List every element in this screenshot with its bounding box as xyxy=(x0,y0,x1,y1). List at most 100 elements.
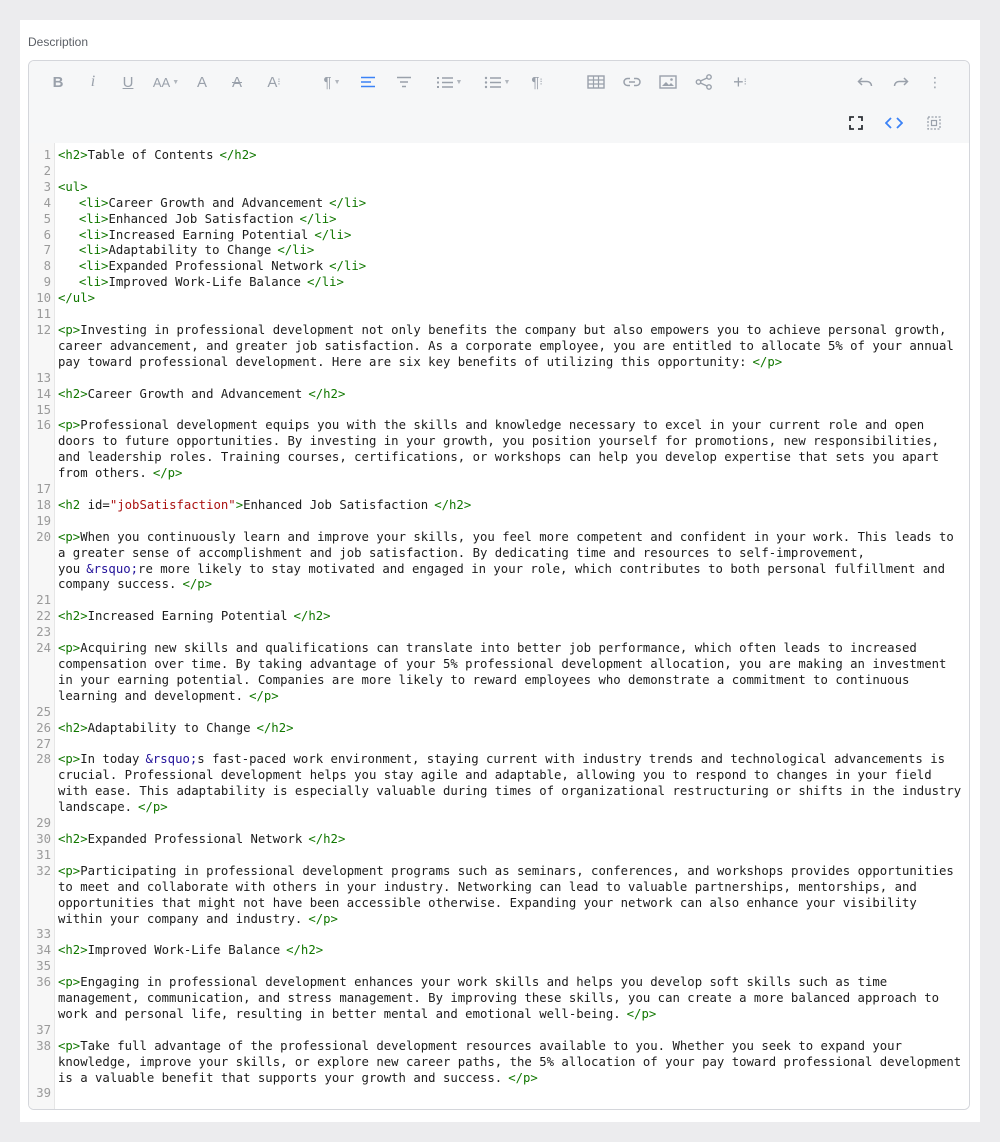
insert-more-button[interactable]: + ⁝ xyxy=(729,70,751,94)
text-color-icon: A xyxy=(196,73,207,91)
code-line: 13 xyxy=(29,371,969,387)
unordered-list-button[interactable]: ▼ xyxy=(479,70,515,94)
paragraph-style-button[interactable]: ¶ ⁝ xyxy=(526,70,548,94)
clear-format-icon: A xyxy=(231,73,242,91)
code-token: Enhanced Job Satisfaction xyxy=(108,211,294,226)
code-line: 21 xyxy=(29,593,969,609)
code-token: </h2> xyxy=(256,720,294,735)
code-token: <h2> xyxy=(58,148,88,162)
align-center-button[interactable] xyxy=(395,70,413,94)
bold-icon: B xyxy=(52,73,64,91)
code-token: Expanded Professional Network xyxy=(87,831,303,846)
bold-button[interactable]: B xyxy=(49,70,67,94)
insert-image-button[interactable] xyxy=(658,70,678,94)
code-token: <h2 xyxy=(58,497,88,512)
code-token: </h2> xyxy=(308,831,346,846)
code-text: <h2>Adaptability to Change </h2> xyxy=(58,721,969,737)
text-color-button[interactable]: A xyxy=(192,70,212,94)
code-token: <p> xyxy=(58,529,81,544)
line-number: 3 xyxy=(43,179,51,194)
code-token: </li> xyxy=(329,195,367,210)
code-token: </h2> xyxy=(434,497,472,512)
clear-format-button[interactable]: A xyxy=(227,70,247,94)
code-token: <p> xyxy=(58,418,81,433)
code-token: <li> xyxy=(78,275,109,290)
code-line: 30 <h2>Expanded Professional Network </h2> xyxy=(29,832,969,848)
font-size-button[interactable]: AA ▼ xyxy=(151,70,181,94)
underline-button[interactable]: U xyxy=(119,70,137,94)
line-number: 11 xyxy=(36,307,51,322)
code-token: Participating in professional developmen… xyxy=(58,863,962,926)
line-number: 15 xyxy=(36,402,51,417)
code-token: <h2> xyxy=(58,386,88,401)
code-text: <p>Investing in professional development… xyxy=(58,323,969,371)
code-token: </p> xyxy=(508,1070,538,1085)
code-text: <li>Improved Work-Life Balance </li> xyxy=(58,275,969,291)
line-number: 12 xyxy=(36,322,51,337)
code-token: Improved Work-Life Balance xyxy=(108,275,301,290)
paragraph-format-button[interactable]: ¶ ▼ xyxy=(319,70,345,94)
code-line: 34 <h2>Improved Work-Life Balance </h2> xyxy=(29,943,969,959)
more-options-button[interactable]: ⋮ xyxy=(927,70,943,94)
code-text: <p>In today &rsquo;s fast-paced work envi… xyxy=(58,752,969,816)
line-number: 23 xyxy=(36,625,51,640)
code-view-button[interactable] xyxy=(883,111,905,135)
line-number: 27 xyxy=(36,736,51,751)
code-token: <li> xyxy=(78,259,109,274)
line-number: 34 xyxy=(36,943,51,958)
share-icon xyxy=(695,74,712,90)
code-line: 29 xyxy=(29,816,969,832)
share-button[interactable] xyxy=(694,70,714,94)
code-line: 32 <p>Participating in professional devel… xyxy=(29,864,969,928)
code-token: "jobSatisfaction" xyxy=(109,497,236,512)
code-token: Professional development equips you with… xyxy=(58,418,947,481)
code-text: <li>Career Growth and Advancement </li> xyxy=(58,196,969,212)
text-style-button[interactable]: A ⁝ xyxy=(263,70,285,94)
line-number: 31 xyxy=(36,847,51,862)
code-token: </li> xyxy=(299,211,337,226)
code-token: &rsquo; xyxy=(86,561,139,576)
underline-icon: U xyxy=(122,73,134,91)
code-editor[interactable]: 1 <h2>Table of Contents </h2> 2 3 <ul> 4 <li>… xyxy=(29,143,969,1109)
code-line: 26 <h2>Adaptability to Change </h2> xyxy=(29,721,969,737)
chevron-down-icon: ▼ xyxy=(455,78,463,86)
redo-button[interactable] xyxy=(891,70,911,94)
code-line: 7 <li>Adaptability to Change </li> xyxy=(29,243,969,259)
italic-button[interactable]: i xyxy=(84,70,102,94)
code-token: Engaging in professional development enh… xyxy=(58,975,947,1021)
more-vertical-icon: ⋮ xyxy=(928,73,942,90)
fullscreen-button[interactable] xyxy=(846,111,866,135)
code-line: 23 xyxy=(29,625,969,641)
code-text: <p>When you continuously learn and impro… xyxy=(58,530,969,594)
font-size-icon: AA xyxy=(152,74,171,90)
code-token: Enhanced Job Satisfaction xyxy=(243,497,429,512)
line-number: 38 xyxy=(36,1038,51,1053)
code-line: 20 <p>When you continuously learn and imp… xyxy=(29,530,969,594)
code-line: 11 xyxy=(29,307,969,323)
ordered-list-button[interactable]: ▼ xyxy=(431,70,467,94)
insert-link-button[interactable] xyxy=(622,70,642,94)
align-left-button[interactable] xyxy=(359,70,377,94)
code-line: 35 xyxy=(29,959,969,975)
line-number: 25 xyxy=(36,704,51,719)
select-all-button[interactable] xyxy=(924,111,944,135)
code-line: 9 <li>Improved Work-Life Balance </li> xyxy=(29,275,969,291)
code-line: 12 <p>Investing in professional developme… xyxy=(29,323,969,371)
code-text: </ul> xyxy=(58,291,969,307)
line-number: 30 xyxy=(36,831,51,846)
insert-table-button[interactable] xyxy=(586,70,606,94)
undo-button[interactable] xyxy=(855,70,875,94)
code-token: <p> xyxy=(58,322,81,337)
code-line: 10 </ul> xyxy=(29,291,969,307)
line-number: 19 xyxy=(36,513,51,528)
link-icon xyxy=(623,77,641,87)
code-line: 28 <p>In today &rsquo;s fast-paced work en… xyxy=(29,752,969,816)
